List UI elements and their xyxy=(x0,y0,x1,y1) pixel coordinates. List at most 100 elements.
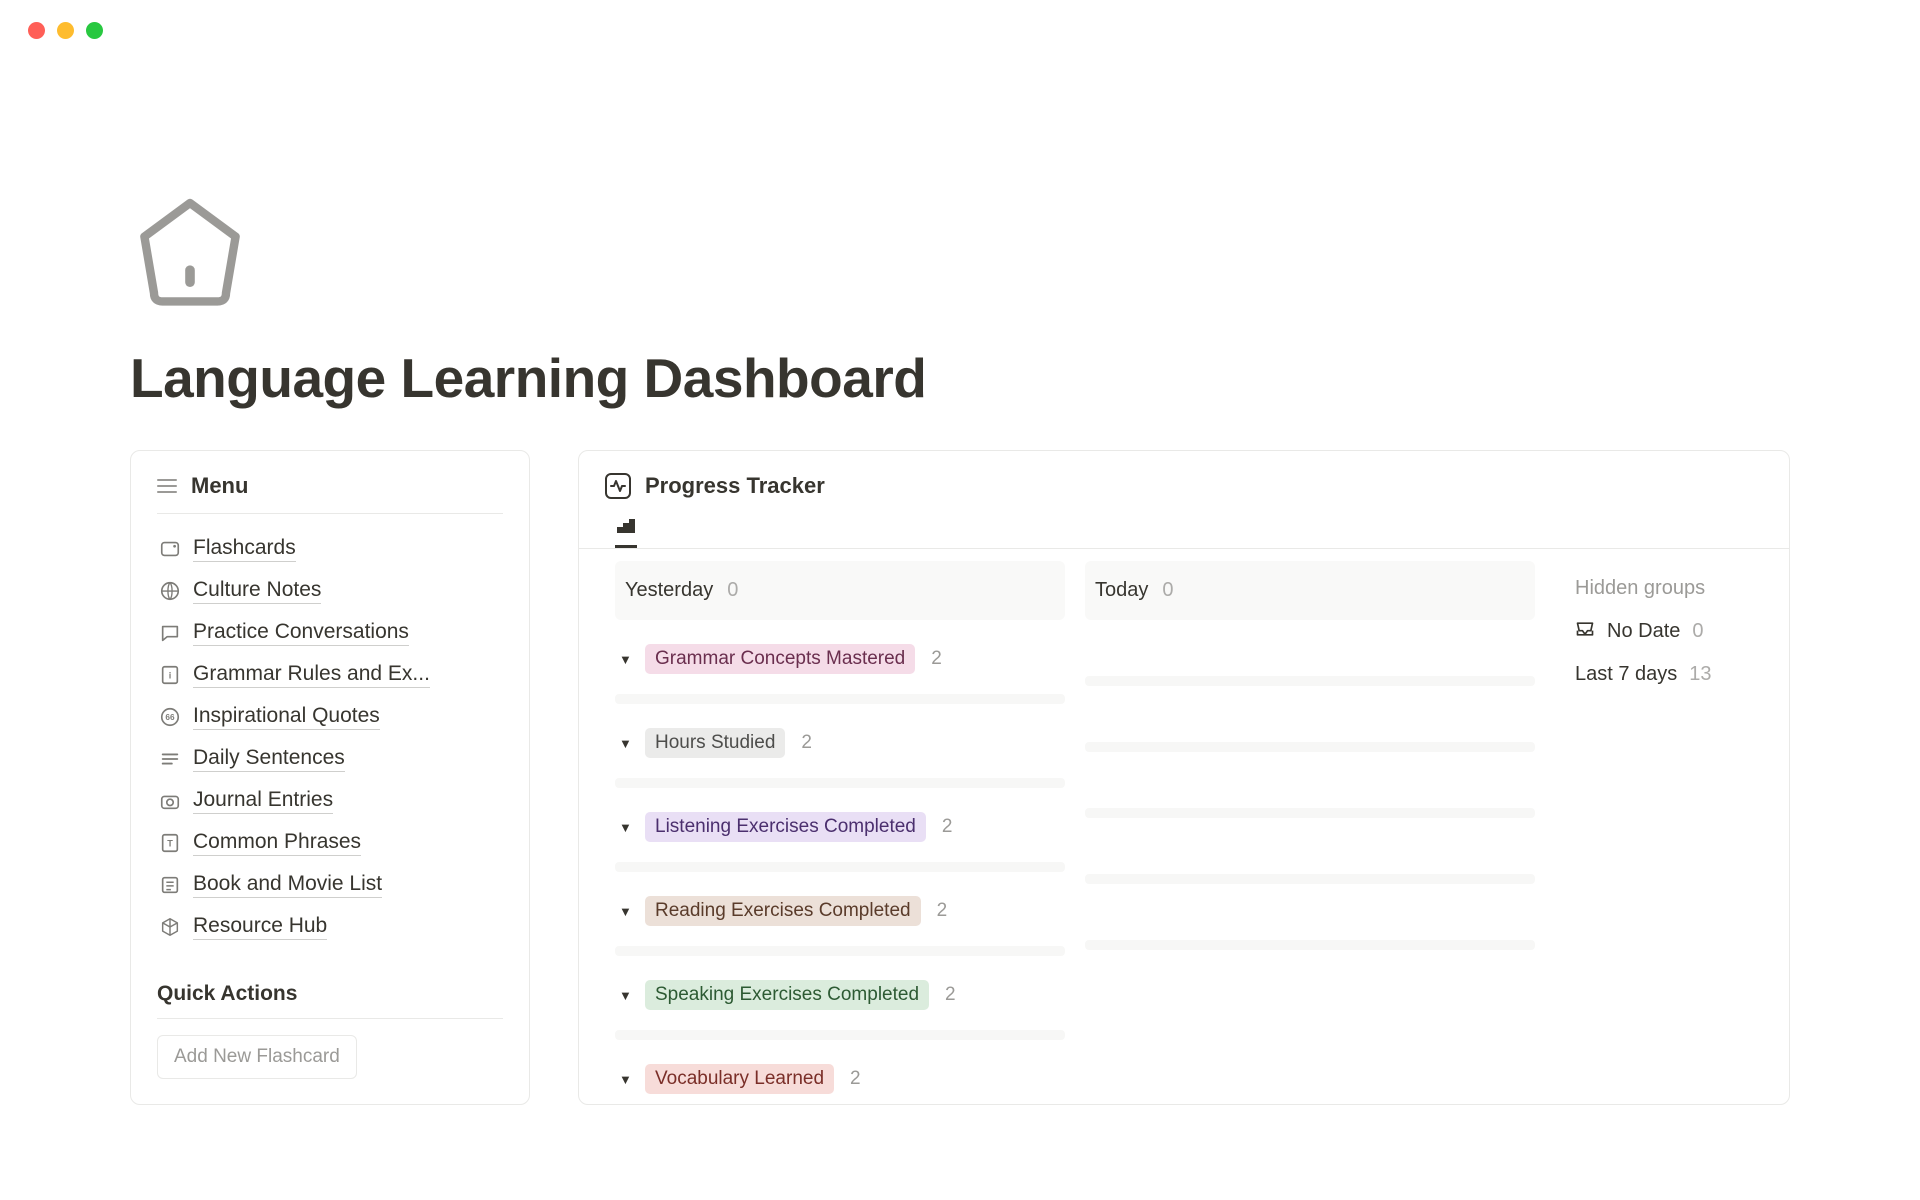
group-count: 2 xyxy=(850,1068,861,1090)
group-tag: Reading Exercises Completed xyxy=(645,896,921,926)
svg-text:T: T xyxy=(167,839,173,849)
group-row[interactable]: ▼ Reading Exercises Completed 2 xyxy=(615,886,1065,936)
placeholder xyxy=(1085,742,1535,752)
group-tag: Vocabulary Learned xyxy=(645,1064,834,1094)
group-count: 2 xyxy=(942,816,953,838)
placeholder xyxy=(1085,874,1535,884)
menu-label: Practice Conversations xyxy=(193,620,409,646)
menu-item-book-movie-list[interactable]: Book and Movie List xyxy=(159,864,501,906)
placeholder xyxy=(615,778,1065,788)
menu-item-inspirational-quotes[interactable]: 66 Inspirational Quotes xyxy=(159,696,501,738)
group-count: 2 xyxy=(945,984,956,1006)
disclosure-icon[interactable]: ▼ xyxy=(619,988,633,1003)
maximize-window-button[interactable] xyxy=(86,22,103,39)
menu-item-daily-sentences[interactable]: Daily Sentences xyxy=(159,738,501,780)
menu-label: Culture Notes xyxy=(193,578,321,604)
menu-item-flashcards[interactable]: Flashcards xyxy=(159,528,501,570)
menu-label: Common Phrases xyxy=(193,830,361,856)
group-row[interactable]: ▼ Speaking Exercises Completed 2 xyxy=(615,970,1065,1020)
column-yesterday: Yesterday 0 ▼ Grammar Concepts Mastered … xyxy=(615,549,1065,1104)
disclosure-icon[interactable]: ▼ xyxy=(619,736,633,751)
column-count: 0 xyxy=(727,579,738,602)
activity-icon xyxy=(605,473,631,499)
menu-label: Journal Entries xyxy=(193,788,333,814)
menu-label: Flashcards xyxy=(193,536,296,562)
window-controls xyxy=(0,0,1920,61)
inbox-icon xyxy=(1575,620,1595,643)
page-icon[interactable] xyxy=(130,191,1790,316)
cube-icon xyxy=(159,916,181,938)
column-today: Today 0 xyxy=(1085,549,1535,1104)
menu-icon xyxy=(157,479,177,493)
placeholder xyxy=(1085,808,1535,818)
page-title: Language Learning Dashboard xyxy=(130,346,1790,410)
group-tag: Hours Studied xyxy=(645,728,785,758)
menu-label: Book and Movie List xyxy=(193,872,382,898)
group-tag: Speaking Exercises Completed xyxy=(645,980,929,1010)
group-count: 2 xyxy=(937,900,948,922)
menu-item-culture-notes[interactable]: Culture Notes xyxy=(159,570,501,612)
group-tag: Listening Exercises Completed xyxy=(645,812,926,842)
hidden-group-count: 0 xyxy=(1692,620,1703,643)
quote-icon: 66 xyxy=(159,706,181,728)
placeholder xyxy=(1085,676,1535,686)
group-row[interactable]: ▼ Hours Studied 2 xyxy=(615,718,1065,768)
camera-icon xyxy=(159,790,181,812)
document-t-icon: T xyxy=(159,832,181,854)
svg-text:i: i xyxy=(169,671,172,681)
column-header-yesterday[interactable]: Yesterday 0 xyxy=(615,561,1065,620)
view-tabs xyxy=(579,519,1789,549)
disclosure-icon[interactable]: ▼ xyxy=(619,904,633,919)
column-label: Today xyxy=(1095,579,1148,602)
menu-item-practice-conversations[interactable]: Practice Conversations xyxy=(159,612,501,654)
hidden-group-last-7-days[interactable]: Last 7 days 13 xyxy=(1575,653,1753,696)
placeholder xyxy=(615,1030,1065,1040)
menu-item-journal-entries[interactable]: Journal Entries xyxy=(159,780,501,822)
placeholder xyxy=(615,862,1065,872)
document-i-icon: i xyxy=(159,664,181,686)
list-icon xyxy=(159,874,181,896)
column-header-today[interactable]: Today 0 xyxy=(1085,561,1535,620)
progress-tracker-card: Progress Tracker Yesterday 0 xyxy=(578,450,1790,1105)
menu-label: Daily Sentences xyxy=(193,746,345,772)
placeholder xyxy=(615,946,1065,956)
menu-card: Menu Flashcards Culture Notes xyxy=(130,450,530,1105)
close-window-button[interactable] xyxy=(28,22,45,39)
hidden-group-count: 13 xyxy=(1689,663,1711,686)
card-icon xyxy=(159,538,181,560)
menu-label: Resource Hub xyxy=(193,914,327,940)
menu-item-common-phrases[interactable]: T Common Phrases xyxy=(159,822,501,864)
column-label: Yesterday xyxy=(625,579,713,602)
progress-tracker-title: Progress Tracker xyxy=(645,473,825,499)
group-row[interactable]: ▼ Listening Exercises Completed 2 xyxy=(615,802,1065,852)
hidden-groups-title: Hidden groups xyxy=(1575,549,1753,610)
menu-list: Flashcards Culture Notes Practice Conver… xyxy=(157,514,503,948)
globe-icon xyxy=(159,580,181,602)
quick-actions-heading: Quick Actions xyxy=(157,982,503,1019)
hidden-groups-column: Hidden groups No Date 0 Last 7 days 13 xyxy=(1535,549,1753,1104)
menu-item-resource-hub[interactable]: Resource Hub xyxy=(159,906,501,948)
hidden-group-label: No Date xyxy=(1607,620,1680,643)
disclosure-icon[interactable]: ▼ xyxy=(619,1072,633,1087)
menu-label: Grammar Rules and Ex... xyxy=(193,662,430,688)
column-count: 0 xyxy=(1162,579,1173,602)
group-row[interactable]: ▼ Grammar Concepts Mastered 2 xyxy=(615,634,1065,684)
minimize-window-button[interactable] xyxy=(57,22,74,39)
group-count: 2 xyxy=(931,648,942,670)
board-icon xyxy=(617,519,635,533)
board-view-tab[interactable] xyxy=(615,519,637,548)
placeholder xyxy=(615,694,1065,704)
disclosure-icon[interactable]: ▼ xyxy=(619,652,633,667)
hidden-group-label: Last 7 days xyxy=(1575,663,1677,686)
lines-icon xyxy=(159,748,181,770)
svg-text:66: 66 xyxy=(165,713,175,722)
hidden-group-no-date[interactable]: No Date 0 xyxy=(1575,610,1753,653)
add-flashcard-button[interactable]: Add New Flashcard xyxy=(157,1035,357,1079)
placeholder xyxy=(1085,940,1535,950)
group-tag: Grammar Concepts Mastered xyxy=(645,644,915,674)
chat-icon xyxy=(159,622,181,644)
group-row[interactable]: ▼ Vocabulary Learned 2 xyxy=(615,1054,1065,1104)
disclosure-icon[interactable]: ▼ xyxy=(619,820,633,835)
menu-label: Inspirational Quotes xyxy=(193,704,380,730)
menu-item-grammar-rules[interactable]: i Grammar Rules and Ex... xyxy=(159,654,501,696)
